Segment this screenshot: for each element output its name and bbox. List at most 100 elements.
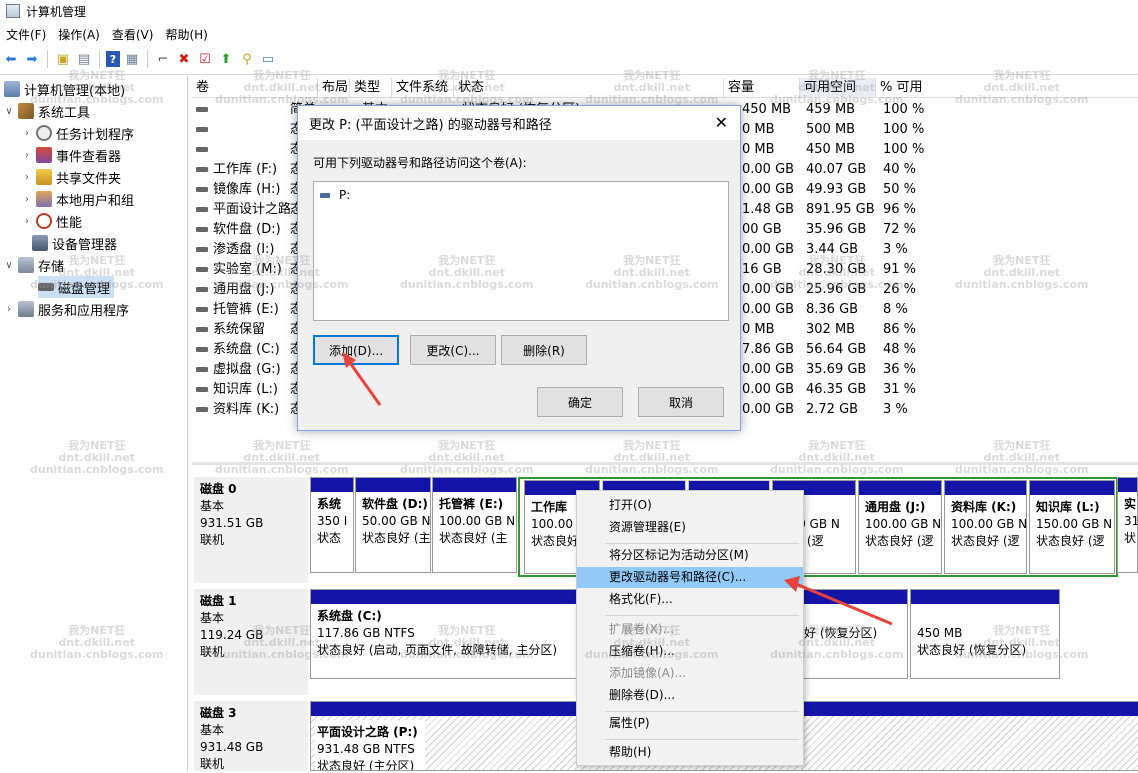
tree-item-task-scheduler[interactable]: › 任务计划程序 [22,122,134,144]
tree-item-storage[interactable]: ∨ 存储 [4,254,64,276]
drive-icon [320,192,330,198]
watermark-text: dunitian.cnblogs.com [955,463,1089,476]
menu-help[interactable]: 帮助(H) [159,24,213,44]
partition-bar [311,478,353,492]
disk-type: 基本 [200,723,225,737]
volume-name: 平面设计之路 [213,202,290,217]
expand-chevron-icon[interactable]: ∨ [4,106,14,117]
change-button[interactable]: 更改(C)... [410,335,496,365]
tree-item-shared-folders[interactable]: › 共享文件夹 [22,166,121,188]
volume-name-cell: 软件盘 (D:) [196,220,290,240]
menu-explorer[interactable]: 资源管理器(E) [577,517,803,538]
menu-help[interactable]: 帮助(H) [577,742,803,763]
volume-capacity: 0.00 GB [742,382,795,397]
menu-extend-volume[interactable]: 扩展卷(X)... [577,619,803,640]
menu-change-drive-letter[interactable]: 更改驱动器号和路径(C)... [577,567,803,588]
add-button[interactable]: 添加(D)... [313,335,399,365]
tree-item-device-manager[interactable]: 设备管理器 [32,232,117,254]
menu-add-mirror[interactable]: 添加镜像(A)... [577,663,803,684]
menu-shrink-volume[interactable]: 压缩卷(H)... [577,641,803,662]
menu-properties[interactable]: 属性(P) [577,713,803,734]
volume-name: 通用盘 (J:) [213,282,275,297]
column-status[interactable]: 状态 [454,78,724,98]
clock-icon [36,125,52,141]
dialog-title: 更改 P: (平面设计之路) 的驱动器号和路径 [309,117,552,133]
menu-file[interactable]: 文件(F) [0,24,52,44]
menu-open[interactable]: 打开(O) [577,495,803,516]
tree-item-performance[interactable]: › 性能 [22,210,82,232]
partition-data-k[interactable]: 资料库 (K:) 100.00 GB N 状态良好 (逻 [944,480,1027,574]
volume-free-space: 450 MB [806,142,856,157]
column-layout[interactable]: 布局 [318,78,350,98]
tree-item-disk-management[interactable]: 磁盘管理 [38,276,115,298]
volume-percent-free: 48 % [883,342,917,357]
list-icon[interactable]: ▭ [259,50,277,68]
partition-recovery-1[interactable]: 好 (恢复分区) [804,589,908,679]
tools-icon [18,103,34,119]
collapse-chevron-icon[interactable]: › [22,194,32,205]
partition-hosted-e[interactable]: 托管裤 (E:) 100.00 GB N 状态良好 (主 [432,477,517,573]
ok-button[interactable]: 确定 [537,387,623,417]
close-icon[interactable]: ✕ [715,113,728,132]
disk-1-label[interactable]: 磁盘 1 基本 119.24 GB 联机 [194,589,308,695]
help-icon[interactable]: ? [106,51,120,67]
collapse-chevron-icon[interactable]: › [22,216,32,227]
menu-view[interactable]: 查看(V) [106,24,160,44]
drive-path-list[interactable]: P: [313,181,729,321]
disk-0-label[interactable]: 磁盘 0 基本 931.51 GB 联机 [194,477,308,583]
up-folder-icon[interactable]: ▣ [54,50,72,68]
tree-item-local-users[interactable]: › 本地用户和组 [22,188,134,210]
tree-item-services-apps[interactable]: › 服务和应用程序 [4,298,129,320]
cancel-button[interactable]: 取消 [638,387,724,417]
volume-percent-free: 100 % [883,142,925,157]
volume-free-space: 891.95 GB [806,202,875,217]
connect-icon[interactable]: ⌐ [154,50,172,68]
watermark-text: 我为NET狂 [438,439,496,452]
menu-delete-volume[interactable]: 删除卷(D)... [577,685,803,706]
column-type[interactable]: 类型 [350,78,392,98]
properties-icon[interactable]: ▦ [123,50,141,68]
device-manager-icon [32,235,48,251]
partition-lab-m[interactable]: 实 31 状 [1117,477,1138,573]
forward-icon[interactable]: ➡ [23,50,41,68]
column-free-space[interactable]: 可用空间 [800,78,876,98]
disk-3-label[interactable]: 磁盘 3 基本 931.48 GB 联机 [194,701,308,771]
partition-knowledge-l[interactable]: 知识库 (L:) 150.00 GB N 状态良好 (逻 [1029,480,1115,574]
collapse-chevron-icon[interactable]: › [22,172,32,183]
menu-format[interactable]: 格式化(F)... [577,589,803,610]
volume-capacity: 0 MB [742,142,775,157]
partition-system[interactable]: 系统 350 I 状态 [310,477,354,573]
column-filesystem[interactable]: 文件系统 [392,78,454,98]
collapse-chevron-icon[interactable]: › [22,128,32,139]
pane-splitter[interactable] [192,462,1138,465]
show-hide-tree-icon[interactable]: ▤ [75,50,93,68]
toolbar-separator [47,50,48,68]
volume-name-cell: 知识库 (L:) [196,380,290,400]
menu-mark-active[interactable]: 将分区标记为活动分区(M) [577,545,803,566]
back-icon[interactable]: ⬅ [2,50,20,68]
collapse-chevron-icon[interactable]: › [4,304,14,315]
list-item[interactable]: P: [320,188,350,202]
check-icon[interactable]: ☑ [196,50,214,68]
volume-capacity: 0.00 GB [742,302,795,317]
column-percent-free[interactable]: % 可用 [876,78,1138,98]
delete-icon[interactable]: ✖ [175,50,193,68]
menu-action[interactable]: 操作(A) [52,24,106,44]
partition-recovery-2[interactable]: 450 MB 状态良好 (恢复分区) [910,589,1060,679]
partition-name: 通用盘 (J:) [865,500,926,514]
column-volume[interactable]: 卷 [192,78,318,98]
collapse-chevron-icon[interactable]: › [22,150,32,161]
partition-software-d[interactable]: 软件盘 (D:) 50.00 GB N 状态良好 (主 [355,477,431,573]
search-icon[interactable]: ⚲ [238,50,256,68]
column-capacity[interactable]: 容量 [724,78,800,98]
disk-name: 磁盘 0 [200,482,237,496]
tree-item-event-viewer[interactable]: › 事件查看器 [22,144,121,166]
tree-item-computer-management[interactable]: 计算机管理(本地) [4,78,125,100]
remove-button[interactable]: 删除(R) [501,335,587,365]
drive-icon [196,347,208,352]
expand-chevron-icon[interactable]: ∨ [4,260,14,271]
export-icon[interactable]: ⬆ [217,50,235,68]
tree-item-system-tools[interactable]: ∨ 系统工具 [4,100,90,122]
volume-free-space: 302 MB [806,322,856,337]
partition-general-j[interactable]: 通用盘 (J:) 100.00 GB N 状态良好 (逻 [858,480,942,574]
